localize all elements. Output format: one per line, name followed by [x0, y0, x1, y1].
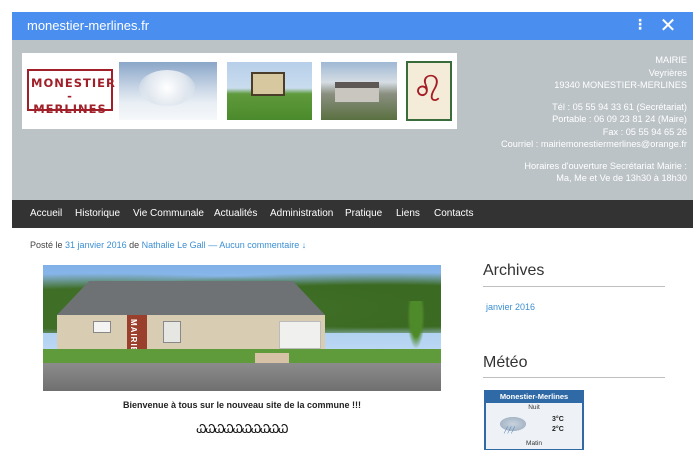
nav-item-accueil[interactable]: Accueil [30, 208, 62, 219]
main-nav: Accueil Historique Vie Communale Actuali… [12, 200, 693, 228]
posted-by: de [129, 240, 140, 250]
opening-hours-title: Horaires d'ouverture Secrétariat Mairie … [524, 160, 687, 171]
village-view-photo [321, 62, 397, 120]
opening-hours: Ma, Me et Ve de 13h30 à 18h30 [556, 173, 687, 183]
town-hall-photo: MAIRIE [43, 265, 441, 391]
contact-email: Courriel : mairiemonestiermerlines@orang… [501, 139, 687, 149]
post-meta: Posté le 31 janvier 2016 de Nathalie Le … [30, 240, 306, 250]
page-url: monestier-merlines.fr [27, 18, 150, 33]
photo-grass [43, 349, 441, 363]
contact-block: MAIRIE Veyrières 19340 MONESTIER-MERLINE… [387, 54, 687, 185]
posted-prefix: Posté le [30, 240, 63, 250]
nav-item-liens[interactable]: Liens [396, 208, 420, 219]
village-sign-photo [227, 62, 312, 120]
nav-item-pratique[interactable]: Pratique [345, 208, 382, 219]
photo-small-tree [407, 301, 425, 349]
weather-widget[interactable]: Monestier-Merlines Nuit ╱╱╱ 3°C 2°C Mati… [484, 390, 584, 450]
sign-shape [251, 72, 285, 96]
nav-item-administration[interactable]: Administration [270, 208, 333, 219]
contact-tel: Tél : 05 55 94 33 61 (Secrétariat) [552, 101, 687, 112]
nav-item-actualites[interactable]: Actualités [214, 208, 257, 219]
photo-mairie-sign: MAIRIE [129, 319, 138, 353]
photo-window [93, 321, 111, 333]
weather-night-label: Nuit [528, 404, 540, 411]
logo-line-2: - MERLINES [33, 89, 107, 116]
contact-address: 19340 MONESTIER-MERLINES [554, 80, 687, 90]
photo-door [163, 321, 181, 343]
nav-item-contacts[interactable]: Contacts [434, 208, 473, 219]
photo-roof [57, 281, 325, 315]
nav-item-vie-communale[interactable]: Vie Communale [133, 208, 204, 219]
snowy-tree-photo [119, 62, 217, 120]
site-header: MONESTIER - MERLINES ♌ MAIRIE Veyrières … [12, 40, 693, 200]
contact-mairie: MAIRIE [655, 55, 687, 65]
weather-temp-max: 3°C [552, 416, 564, 423]
site-logo[interactable]: MONESTIER - MERLINES [27, 69, 115, 116]
photo-flowerbed [255, 353, 289, 363]
archives-title: Archives [483, 262, 545, 279]
post-dash: — [208, 240, 218, 250]
building-shape [335, 82, 379, 102]
contact-place: Veyrières [648, 67, 687, 78]
nav-item-historique[interactable]: Historique [75, 208, 120, 219]
photo-road [43, 363, 441, 391]
weather-morning-label: Matin [526, 440, 542, 447]
photo-garage-door [279, 321, 321, 349]
app-bar: monestier-merlines.fr ⋮ ✕ [12, 12, 693, 40]
more-menu-icon[interactable]: ⋮ [633, 16, 647, 33]
archives-divider [483, 286, 665, 287]
contact-portable: Portable : 06 09 23 81 24 (Maire) [552, 114, 687, 124]
contact-fax: Fax : 05 55 94 65 26 [602, 126, 687, 137]
archive-link-janvier-2016[interactable]: janvier 2016 [486, 302, 535, 312]
browser-frame: monestier-merlines.fr ⋮ ✕ MONESTIER - ME… [12, 12, 693, 450]
weather-town: Monestier-Merlines [499, 392, 569, 401]
weather-body: Nuit ╱╱╱ 3°C 2°C Matin [486, 403, 582, 449]
post-date-link[interactable]: 31 janvier 2016 [65, 240, 127, 250]
post-comments-link[interactable]: Aucun commentaire ↓ [219, 240, 306, 250]
ornament-divider: ᏇᏇᏇᏇᏇᏇᏇᏇᏇᏇ [196, 422, 288, 436]
weather-temp-min: 2°C [552, 426, 564, 433]
rain-icon: ╱╱╱ [504, 428, 515, 434]
post-author-link[interactable]: Nathalie Le Gall [142, 240, 206, 250]
close-icon[interactable]: ✕ [658, 13, 678, 38]
meteo-title: Météo [483, 354, 528, 371]
meteo-divider [483, 377, 665, 378]
welcome-text: Bienvenue à tous sur le nouveau site de … [122, 400, 362, 410]
tree-shape [139, 70, 195, 106]
